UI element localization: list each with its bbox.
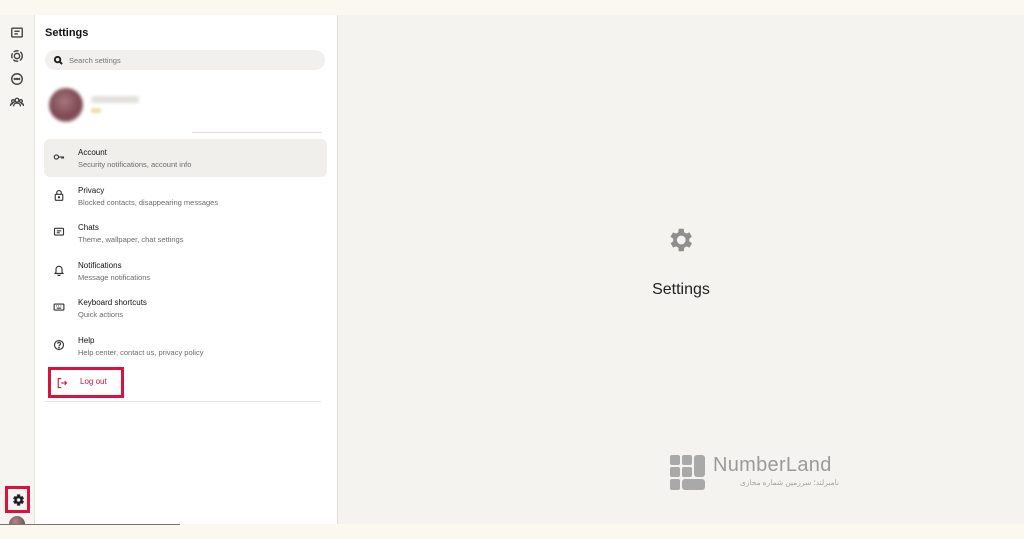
menu-item-subtitle: Help center, contact us, privacy policy xyxy=(78,347,204,357)
bell-icon xyxy=(52,263,66,277)
menu-item-title: Keyboard shortcuts xyxy=(78,298,147,307)
settings-menu: Account Security notifications, account … xyxy=(44,139,327,364)
keyboard-icon xyxy=(52,300,66,314)
menu-item-account[interactable]: Account Security notifications, account … xyxy=(44,139,327,177)
menu-item-keyboard-shortcuts[interactable]: Keyboard shortcuts Quick actions xyxy=(44,289,327,327)
search-box[interactable] xyxy=(45,50,325,70)
menu-item-title: Notifications xyxy=(78,260,122,270)
menu-item-title: Account xyxy=(78,148,107,157)
menu-item-notifications[interactable]: Notifications Message notifications xyxy=(44,252,327,290)
search-input[interactable] xyxy=(69,55,309,65)
menu-item-subtitle: Blocked contacts, disappearing messages xyxy=(78,197,219,207)
gear-icon xyxy=(665,225,695,255)
chats-icon[interactable] xyxy=(9,25,25,41)
left-nav-rail xyxy=(0,15,35,532)
menu-item-subtitle: Quick actions xyxy=(78,310,124,319)
menu-item-subtitle: Security notifications, account info xyxy=(78,160,192,169)
main-title: Settings xyxy=(652,281,710,298)
communities-icon[interactable] xyxy=(9,94,25,110)
profile-photo[interactable] xyxy=(49,88,83,122)
divider xyxy=(0,524,180,525)
watermark-tagline: نامبرلند؛ سرزمین شماره مجازی xyxy=(739,478,839,487)
divider xyxy=(192,132,322,133)
settings-icon[interactable] xyxy=(5,486,30,513)
menu-item-title: Help xyxy=(78,335,95,345)
menu-item-title: Privacy xyxy=(78,185,105,195)
menu-item-privacy[interactable]: Privacy Blocked contacts, disappearing m… xyxy=(44,177,327,215)
lock-icon xyxy=(52,188,66,202)
logout-label: Log out xyxy=(80,377,107,386)
divider xyxy=(45,401,321,402)
settings-panel: Settings Account Security notifications,… xyxy=(35,15,338,524)
main-content: Settings NumberLand نامبرلند؛ سرزمین شما… xyxy=(338,15,1024,524)
logout-icon xyxy=(56,376,68,389)
watermark-name: NumberLand xyxy=(713,454,832,476)
channels-icon[interactable] xyxy=(9,71,25,87)
profile-status-blurred xyxy=(91,108,101,113)
logout-button[interactable]: Log out xyxy=(48,367,124,398)
menu-item-help[interactable]: Help Help center, contact us, privacy po… xyxy=(44,327,327,365)
top-bar xyxy=(0,0,1024,15)
profile-name-blurred[interactable] xyxy=(91,96,139,103)
help-icon xyxy=(52,338,66,352)
panel-title: Settings xyxy=(45,27,89,39)
key-icon xyxy=(52,150,66,164)
menu-item-title: Chats xyxy=(78,223,99,232)
chat-icon xyxy=(52,225,66,239)
menu-item-subtitle: Theme, wallpaper, chat settings xyxy=(78,235,184,244)
menu-item-chats[interactable]: Chats Theme, wallpaper, chat settings xyxy=(44,214,327,252)
watermark-logo xyxy=(669,454,706,491)
status-icon[interactable] xyxy=(9,48,25,64)
search-icon xyxy=(54,55,63,65)
menu-item-subtitle: Message notifications xyxy=(78,272,151,282)
bottom-bar xyxy=(0,524,1024,539)
